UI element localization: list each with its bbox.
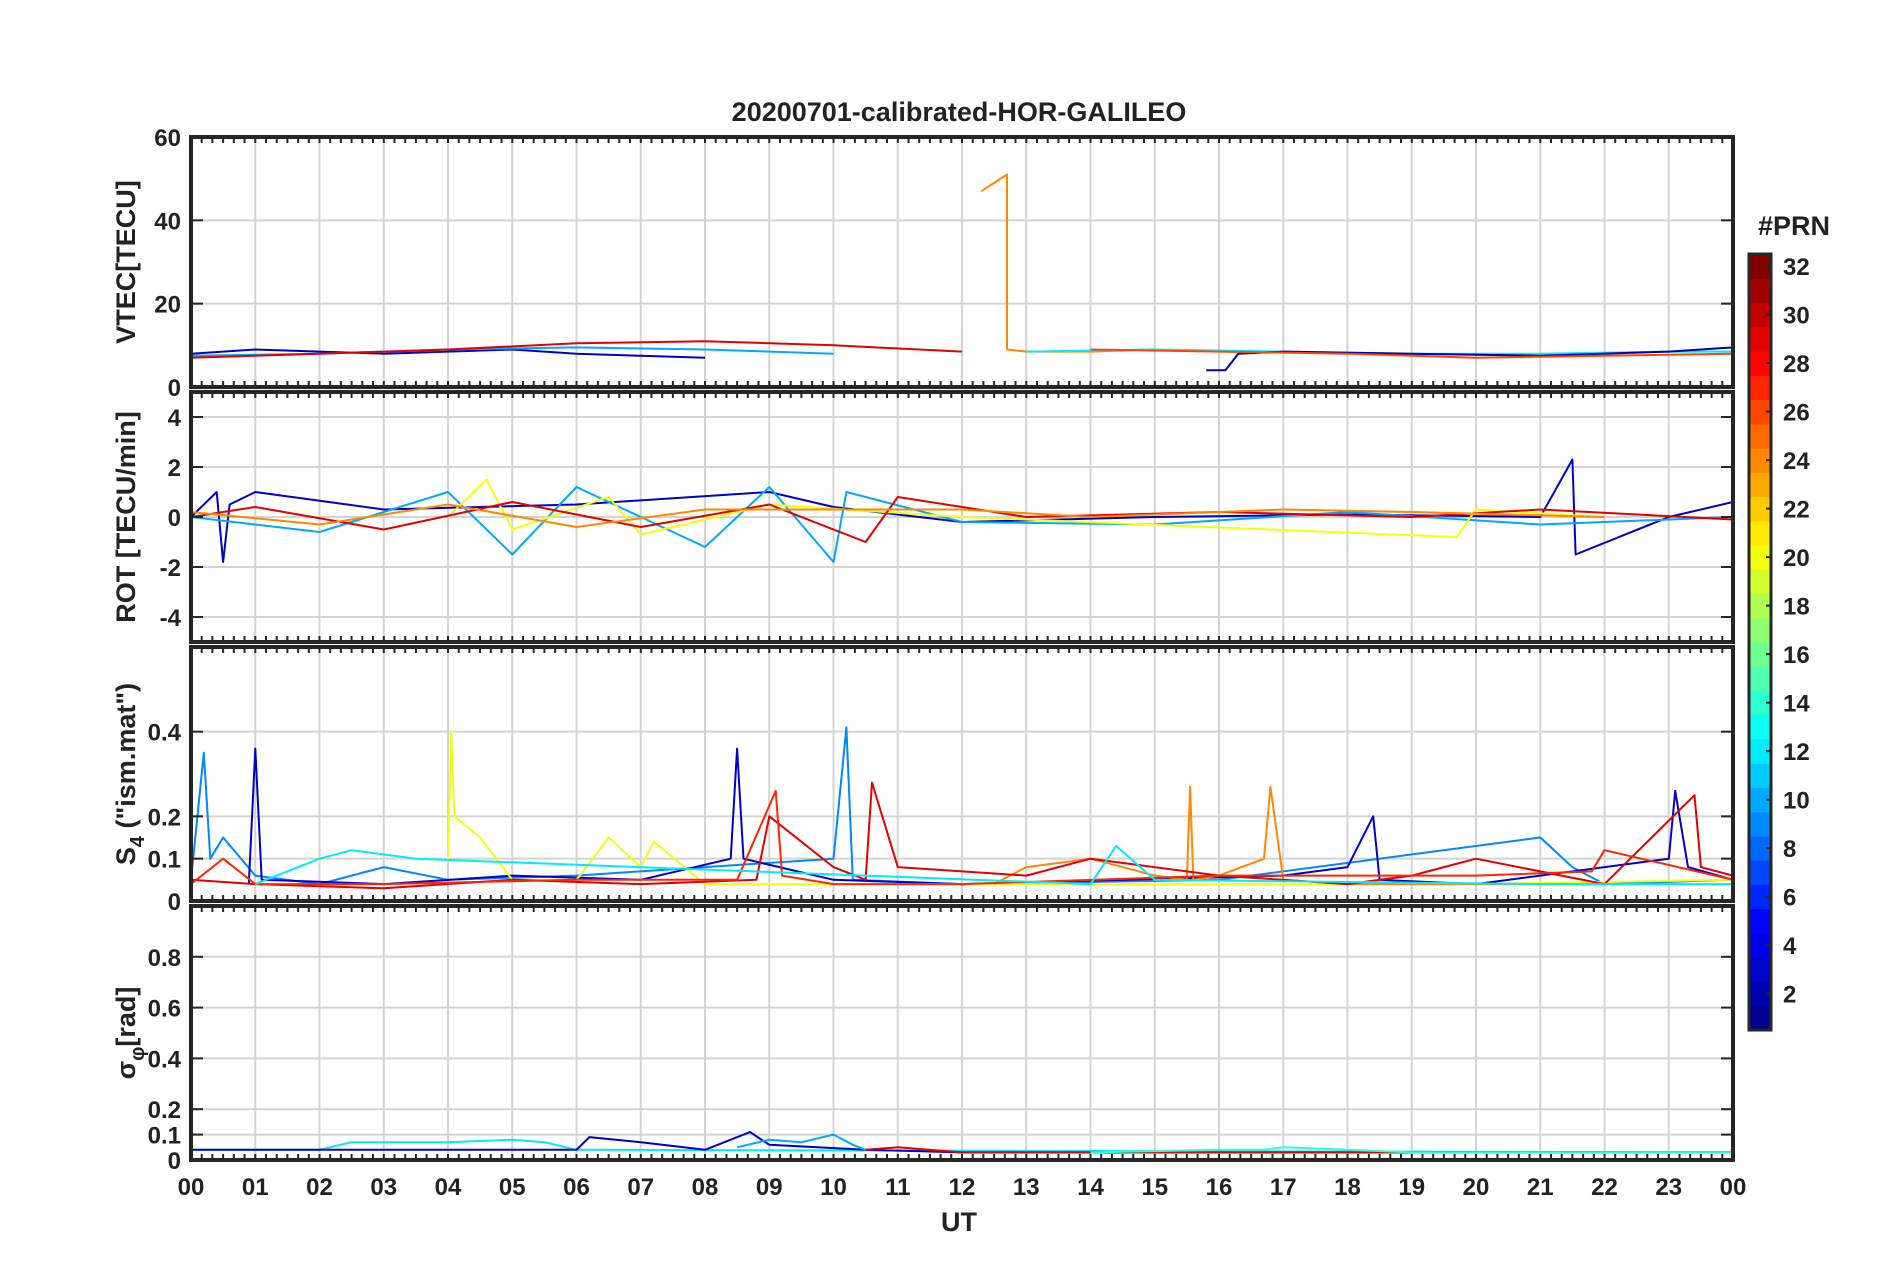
x-tick-label: 17: [1270, 1174, 1297, 1201]
colorbar-tick-label: 30: [1783, 303, 1810, 330]
x-tick-label: 15: [1141, 1174, 1168, 1201]
y-tick-label: 0.4: [148, 720, 182, 747]
x-tick-label: 12: [949, 1174, 976, 1201]
x-tick-label: 09: [756, 1174, 783, 1201]
x-tick-label: 18: [1334, 1174, 1361, 1201]
colorbar-tick-label: 14: [1783, 691, 1810, 718]
x-tick-label: 05: [499, 1174, 526, 1201]
x-tick-label: 01: [242, 1174, 269, 1201]
x-tick-label: 07: [627, 1174, 654, 1201]
colorbar-segment: [1749, 520, 1771, 546]
colorbar-tick-label: 6: [1783, 885, 1796, 912]
y-axis-label-main: σ: [111, 1061, 141, 1079]
colorbar-label: #PRN: [1758, 211, 1830, 241]
x-tick-label: 22: [1591, 1174, 1618, 1201]
y-tick-label: 4: [168, 405, 182, 432]
y-tick-label: 0: [168, 889, 181, 916]
colorbar-segment: [1749, 908, 1771, 934]
y-tick-label: 0: [168, 1148, 181, 1175]
panel-sigmaphi: 00.10.2 0.4 0.6 0.8 σφ[rad]: [111, 904, 1735, 1175]
y-tick-label: 0: [168, 505, 181, 532]
colorbar-segment: [1749, 763, 1771, 789]
x-tick-label: 10: [820, 1174, 847, 1201]
colorbar-segment: [1749, 569, 1771, 595]
figure: 20200701-calibrated-HOR-GALILEO 0204060V…: [0, 0, 1902, 1272]
y-tick-label: 0.2: [148, 1097, 181, 1124]
y-axis-label: ROT [TECU/min]: [111, 411, 141, 622]
panels: 0204060VTEC[TECU]-4-2024ROT [TECU/min]00…: [111, 125, 1746, 1201]
colorbar-tick-label: 26: [1783, 400, 1810, 427]
x-tick-label: 04: [435, 1174, 462, 1201]
y-tick-label: 0.8: [148, 945, 181, 972]
colorbar-segment: [1749, 714, 1771, 740]
x-tick-label: 03: [370, 1174, 397, 1201]
y-axis-label-rest: [rad]: [111, 987, 141, 1047]
y-tick-label: 0.6: [148, 996, 181, 1023]
y-tick-label: -2: [160, 555, 181, 582]
colorbar-tick-label: 24: [1783, 448, 1810, 475]
colorbar-segment: [1749, 666, 1771, 692]
x-axis-label: UT: [941, 1207, 977, 1237]
y-tick-label: 0.1: [148, 847, 181, 874]
colorbar-tick-label: 22: [1783, 497, 1810, 524]
colorbar-tick-label: 28: [1783, 351, 1810, 378]
x-tick-label: 11: [885, 1174, 910, 1201]
colorbar-tick-label: 12: [1783, 739, 1810, 766]
x-tick-label: 02: [306, 1174, 333, 1201]
panel-s4: 00.10.20.4S4 ("ism.mat"): [111, 645, 1735, 916]
colorbar-tick-label: 8: [1783, 836, 1796, 863]
x-tick-label: 20: [1463, 1174, 1490, 1201]
colorbar-segment: [1749, 375, 1771, 401]
panel-rot: -4 -2 0 2 4 ROT [TECU/min]: [111, 390, 1735, 644]
colorbar-segment: [1749, 811, 1771, 837]
y-tick-label: -4: [160, 605, 182, 632]
colorbar-tick-label: 32: [1783, 254, 1810, 281]
y-axis-label: VTEC[TECU]: [111, 180, 141, 344]
x-tick-label: 21: [1527, 1174, 1554, 1201]
colorbar-segment: [1749, 957, 1771, 983]
y-tick-label: 20: [154, 292, 181, 319]
colorbar-segment: [1749, 1005, 1771, 1031]
y-tick-label: 0.4: [148, 1046, 182, 1073]
x-tick-label: 00: [178, 1174, 205, 1201]
colorbar-tick-label: 20: [1783, 545, 1810, 572]
y-tick-label: 2: [168, 455, 181, 482]
y-tick-label: 0.2: [148, 804, 181, 831]
x-tick-label: 19: [1398, 1174, 1425, 1201]
y-tick-label: 0.1: [148, 1123, 181, 1150]
colorbar-segment: [1749, 617, 1771, 643]
x-tick-label: 23: [1655, 1174, 1682, 1201]
colorbar-segment: [1749, 278, 1771, 304]
y-tick-label: 0: [168, 375, 181, 402]
x-tick-label: 06: [563, 1174, 590, 1201]
chart-title: 20200701-calibrated-HOR-GALILEO: [732, 97, 1187, 127]
x-tick-label: 14: [1077, 1174, 1104, 1201]
colorbar-segment: [1749, 472, 1771, 498]
y-tick-label: 40: [154, 208, 181, 235]
colorbar-tick-label: 18: [1783, 594, 1810, 621]
colorbar-tick-label: 2: [1783, 982, 1796, 1009]
colorbar-tick-label: 10: [1783, 788, 1810, 815]
colorbar-segment: [1749, 860, 1771, 886]
colorbar-segment: [1749, 326, 1771, 352]
x-tick-label: 08: [692, 1174, 719, 1201]
y-axis-label-subscript: φ: [127, 1047, 149, 1061]
panel-vtec: 0 20 40 60 VTEC[TECU]: [111, 125, 1735, 402]
colorbar-tick-label: 4: [1783, 933, 1797, 960]
y-axis-label-rest: ("ism.mat"): [111, 683, 141, 836]
colorbar-tick-label: 16: [1783, 642, 1810, 669]
y-tick-label: 60: [154, 125, 181, 152]
x-tick-label: 13: [1013, 1174, 1040, 1201]
y-axis-label-main: S: [111, 847, 141, 865]
colorbar-segment: [1749, 423, 1771, 449]
x-tick-label: 00: [1720, 1174, 1747, 1201]
x-tick-label: 16: [1206, 1174, 1233, 1201]
